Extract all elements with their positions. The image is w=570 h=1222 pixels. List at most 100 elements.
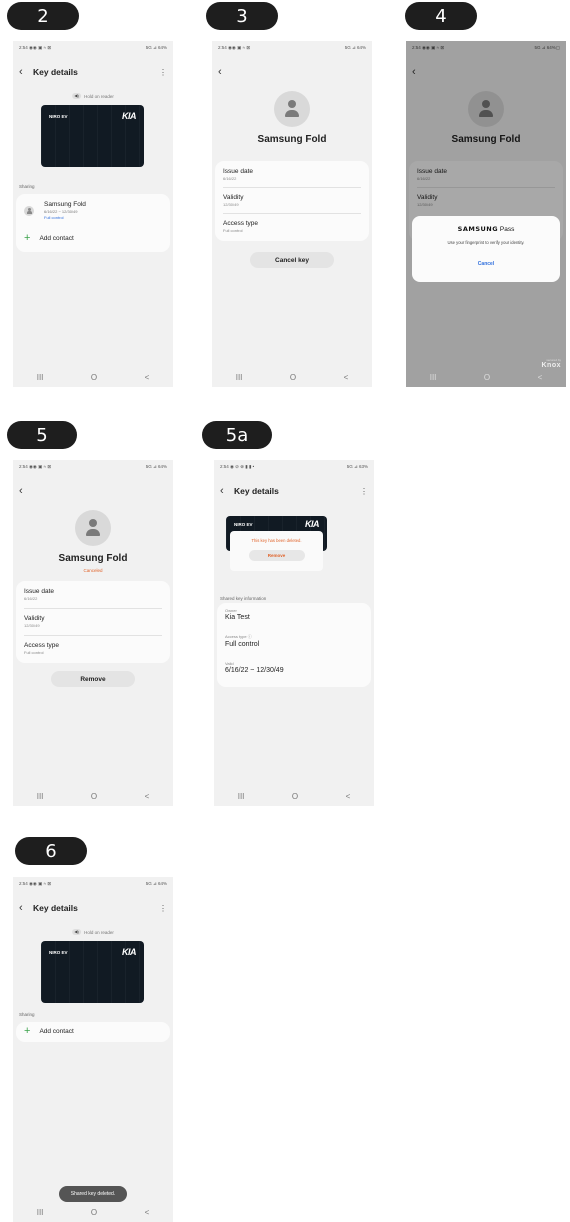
plus-icon: +	[24, 232, 31, 244]
phone-step-2: 2:54 ◉◉ ▣ ≈ ⊠ 5G ⊿ 64% ‹ Key details ⋮ ◀…	[13, 41, 173, 387]
validity-value: 12/30/49	[24, 623, 40, 628]
header: ‹ Key details ⋮	[220, 484, 368, 498]
access-type-value: Full control	[24, 650, 44, 655]
page-title: Key details	[234, 486, 279, 496]
page-title: Key details	[33, 67, 78, 77]
issue-date-value: 6/16/22	[223, 176, 237, 181]
issue-date-label: Issue date	[24, 588, 54, 595]
add-contact-button[interactable]: + Add contact	[24, 1026, 74, 1037]
back-button[interactable]: <	[538, 373, 543, 382]
status-bar: 2:54 ◉◉ ▣ ≈ ⊠ 5G ⊿ 64%	[218, 45, 366, 50]
deleted-message: This key has been deleted.	[251, 538, 302, 543]
recents-button[interactable]: III	[236, 373, 243, 382]
shared-contact-row[interactable]: Samsung Fold 6/16/22 ~ 12/30/49 Full con…	[24, 201, 164, 220]
header: ‹	[218, 65, 366, 79]
more-options-icon[interactable]: ⋮	[159, 68, 167, 77]
home-button[interactable]: O	[292, 792, 298, 801]
back-arrow-icon[interactable]: ‹	[19, 66, 33, 78]
back-arrow-icon[interactable]: ‹	[220, 485, 234, 497]
nav-bar: III O <	[212, 371, 372, 383]
phone-step-6: 2:54 ◉◉ ▣ ≈ ⊠ 5G ⊿ 64% ‹ Key details ⋮ ◀…	[13, 877, 173, 1222]
add-contact-button[interactable]: + Add contact	[24, 233, 74, 244]
sharing-label: Sharing	[19, 184, 35, 189]
back-arrow-icon[interactable]: ‹	[19, 485, 33, 497]
contact-access: Full control	[44, 215, 64, 220]
recents-button[interactable]: III	[37, 1208, 44, 1217]
step-5-badge: 5	[7, 421, 77, 449]
plus-icon: +	[24, 1025, 31, 1037]
nav-bar: III O <	[13, 790, 173, 802]
knox-logo: Knox	[541, 362, 561, 369]
device-avatar-icon	[274, 91, 310, 127]
dim-overlay	[406, 41, 566, 387]
recents-button[interactable]: III	[430, 373, 437, 382]
hold-on-reader-hint: ◀) Hold on reader	[72, 93, 114, 99]
valid-label: Valid	[225, 661, 234, 666]
device-name: Samsung Fold	[257, 134, 327, 145]
page-title: Key details	[33, 903, 78, 913]
header: ‹ Key details ⋮	[19, 901, 167, 915]
more-options-icon[interactable]: ⋮	[360, 487, 368, 496]
speaker-icon: ◀)	[72, 929, 82, 935]
recents-button[interactable]: III	[238, 792, 245, 801]
step-3-badge: 3	[206, 2, 278, 30]
contact-avatar-icon	[24, 205, 34, 216]
key-info-panel: Issue date 6/16/22 Validity 12/30/49 Acc…	[215, 161, 369, 241]
back-arrow-icon[interactable]: ‹	[218, 66, 232, 78]
device-name: Samsung Fold	[58, 553, 128, 564]
info-icon[interactable]: ⓘ	[248, 634, 252, 639]
nav-bar: III O <	[13, 371, 173, 383]
status-bar: 2:54 ◉◉ ▣ ≈ ⊠ 5G ⊿ 64%	[19, 881, 167, 886]
nav-bar: III O <	[406, 371, 566, 383]
nav-bar: III O <	[214, 790, 374, 802]
car-key-card[interactable]: NIRO EV KIA	[41, 941, 144, 1003]
device-avatar-icon	[75, 510, 111, 546]
divider	[24, 635, 162, 636]
back-button[interactable]: <	[145, 792, 150, 801]
remove-button[interactable]: Remove	[248, 550, 305, 561]
home-button[interactable]: O	[290, 373, 296, 382]
pass-label: Pass	[499, 226, 515, 233]
back-button[interactable]: <	[344, 373, 349, 382]
shared-key-info-panel: Owner Kia Test Access type ⓘ Full contro…	[217, 603, 371, 687]
back-button[interactable]: <	[346, 792, 351, 801]
recents-button[interactable]: III	[37, 373, 44, 382]
access-type-label: Access type	[24, 642, 60, 649]
validity-label: Validity	[24, 615, 45, 622]
validity-label: Validity	[223, 194, 244, 201]
samsung-pass-dialog: SAMSUNG Pass Use your fingerprint to ver…	[412, 216, 560, 282]
back-arrow-icon[interactable]: ‹	[19, 902, 33, 914]
remove-button[interactable]: Remove	[51, 671, 135, 687]
divider	[223, 187, 361, 188]
back-button[interactable]: <	[145, 373, 150, 382]
shared-key-info-label: Shared key information	[220, 596, 267, 601]
kia-logo-icon: KIA	[122, 947, 137, 957]
home-button[interactable]: O	[91, 792, 97, 801]
owner-value: Kia Test	[225, 614, 250, 621]
key-info-panel: Issue date 6/16/22 Validity 12/30/49 Acc…	[16, 581, 170, 663]
step-6-badge: 6	[15, 837, 87, 865]
phone-step-4: 2:54 ◉◉ ▣ ≈ ⊠ 5G ⊿ 64%▢ ‹ Samsung Fold I…	[406, 41, 566, 387]
phone-step-5: 2:54 ◉◉ ▣ ≈ ⊠ 5G ⊿ 64% ‹ Samsung Fold Ca…	[13, 460, 173, 806]
sharing-panel: Samsung Fold 6/16/22 ~ 12/30/49 Full con…	[16, 194, 170, 252]
cancel-key-button[interactable]: Cancel key	[250, 252, 334, 268]
contact-period: 6/16/22 ~ 12/30/49	[44, 209, 78, 214]
divider	[24, 608, 162, 609]
back-button[interactable]: <	[145, 1208, 150, 1217]
step-5a-badge: 5a	[202, 421, 272, 449]
card-car-name: NIRO EV	[234, 522, 253, 527]
recents-button[interactable]: III	[37, 792, 44, 801]
sharing-panel: + Add contact	[16, 1022, 170, 1042]
home-button[interactable]: O	[484, 373, 490, 382]
dialog-cancel-button[interactable]: Cancel	[412, 261, 560, 267]
access-type-label: Access type ⓘ	[225, 634, 252, 639]
issue-date-value: 6/16/22	[24, 596, 38, 601]
home-button[interactable]: O	[91, 373, 97, 382]
home-button[interactable]: O	[91, 1208, 97, 1217]
status-bar: 2:54 ◉◉ ▣ ≈ ⊠ 5G ⊿ 64%	[19, 464, 167, 469]
validity-value: 12/30/49	[223, 202, 239, 207]
dialog-title: SAMSUNG Pass	[412, 225, 560, 233]
car-key-card[interactable]: NIRO EV KIA	[41, 105, 144, 167]
speaker-icon: ◀)	[72, 93, 82, 99]
more-options-icon[interactable]: ⋮	[159, 904, 167, 913]
